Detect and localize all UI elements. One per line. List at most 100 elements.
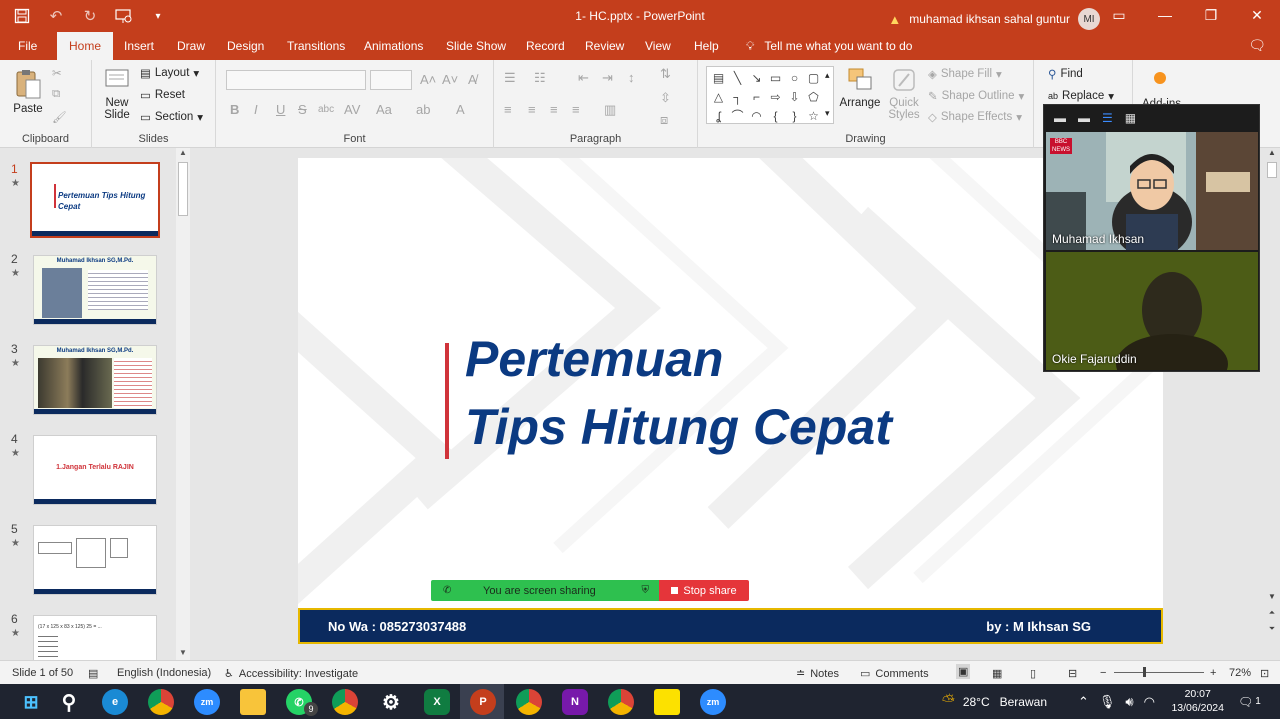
hide-video-icon[interactable]: ▬ bbox=[1078, 111, 1090, 125]
maximize-button[interactable]: ❐ bbox=[1188, 0, 1234, 30]
slide-thumbnail-3[interactable]: Muhamad Ikhsan SG,M.Pd. bbox=[33, 345, 157, 415]
rounded-rect-shape-icon[interactable]: ▢ bbox=[804, 68, 823, 87]
notes-button[interactable]: ≐ Notes bbox=[796, 667, 839, 681]
user-account[interactable]: ▲ muhamad ikhsan sahal guntur MI bbox=[888, 8, 1100, 30]
slide-counter[interactable]: Slide 1 of 50 bbox=[12, 667, 73, 679]
tab-design[interactable]: Design bbox=[227, 39, 264, 53]
minimize-button[interactable]: — bbox=[1142, 0, 1188, 30]
character-spacing-icon[interactable]: AV bbox=[344, 102, 360, 117]
close-button[interactable]: ✕ bbox=[1234, 0, 1280, 30]
stop-share-button[interactable]: Stop share bbox=[659, 580, 749, 601]
arrange-button[interactable]: Arrange bbox=[838, 66, 882, 109]
layout-button[interactable]: ▤ Layout ▾ bbox=[140, 66, 199, 80]
align-left-icon[interactable]: ≡ bbox=[504, 102, 512, 117]
windows-start-icon[interactable]: ⊞ bbox=[18, 689, 44, 715]
line-spacing-icon[interactable]: ↕ bbox=[628, 70, 635, 85]
right-brace-icon[interactable]: } bbox=[785, 106, 804, 125]
edge-icon[interactable]: e bbox=[102, 689, 128, 715]
highlight-icon[interactable]: ab bbox=[416, 102, 430, 117]
connector-icon[interactable]: ⌐ bbox=[747, 87, 766, 106]
chrome-profile-icon[interactable] bbox=[332, 689, 358, 715]
cut-icon[interactable]: ✂ bbox=[52, 66, 62, 80]
scroll-down-arrow-icon[interactable]: ▼ bbox=[1266, 592, 1278, 601]
tab-review[interactable]: Review bbox=[585, 39, 624, 53]
copy-icon[interactable]: ⧉ bbox=[52, 88, 60, 101]
comments-button[interactable]: ▭ Comments bbox=[860, 667, 929, 681]
textbox-shape-icon[interactable]: ▤ bbox=[709, 68, 728, 87]
shapes-gallery[interactable]: ▤ ╲ ↘ ▭ ○ ▢ △ ┐ ⌐ ⇨ ⇩ ⬠ ʆ ⌒ ◠ { } ☆ bbox=[706, 66, 834, 124]
comments-icon[interactable]: 🗨︎ bbox=[1248, 37, 1266, 54]
align-text-icon[interactable]: ⇳ bbox=[660, 90, 671, 106]
format-painter-icon[interactable]: 🖌︎ bbox=[52, 110, 67, 124]
slide-canvas[interactable]: Pertemuan Tips Hitung Cepat No Wa : 0852… bbox=[298, 158, 1163, 644]
reading-view-icon[interactable]: ▯ bbox=[1030, 667, 1036, 680]
zoom-slider[interactable] bbox=[1114, 672, 1204, 673]
tab-help[interactable]: Help bbox=[694, 39, 719, 53]
tab-animations[interactable]: Animations bbox=[364, 39, 423, 53]
wifi-icon[interactable]: ◠ bbox=[1144, 694, 1155, 710]
zoom-meeting-icon[interactable]: zm bbox=[700, 689, 726, 715]
star-shape-icon[interactable]: ☆ bbox=[804, 106, 823, 125]
excel-icon[interactable]: X bbox=[424, 689, 450, 715]
scroll-up-arrow-icon[interactable]: ▲ bbox=[176, 148, 190, 160]
chrome-profile-m-icon[interactable] bbox=[516, 689, 542, 715]
clock[interactable]: 20:07 13/06/2024 bbox=[1171, 687, 1224, 715]
shape-outline-button[interactable]: ✎ Shape Outline ▾ bbox=[928, 89, 1024, 103]
curve-icon[interactable]: ⌒ bbox=[728, 106, 747, 125]
volume-icon[interactable]: 🔊︎ bbox=[1125, 694, 1133, 710]
numbering-icon[interactable]: ☷ bbox=[534, 70, 546, 86]
shapes-more-icon[interactable]: ▾ bbox=[825, 108, 830, 119]
quick-styles-button[interactable]: Quick Styles bbox=[884, 66, 924, 121]
triangle-shape-icon[interactable]: △ bbox=[709, 87, 728, 106]
font-size-combo[interactable] bbox=[370, 70, 412, 90]
tab-file[interactable]: File bbox=[18, 39, 37, 53]
slide-sorter-icon[interactable]: ▦ bbox=[992, 667, 1002, 680]
footer-whatsapp[interactable]: No Wa : 085273037488 bbox=[328, 619, 466, 634]
change-case-icon[interactable]: Aa bbox=[376, 102, 392, 117]
clear-formatting-icon[interactable]: A̸ bbox=[468, 72, 477, 87]
tab-view[interactable]: View bbox=[645, 39, 671, 53]
italic-icon[interactable]: I bbox=[254, 102, 258, 117]
replace-button[interactable]: ab Replace ▾ bbox=[1048, 89, 1114, 103]
bold-icon[interactable]: B bbox=[230, 102, 239, 117]
text-shadow-icon[interactable]: abc bbox=[318, 104, 334, 115]
justify-icon[interactable]: ≡ bbox=[572, 102, 580, 117]
tell-me-search[interactable]: 💡︎ Tell me what you want to do bbox=[746, 39, 912, 54]
bullets-icon[interactable]: ☰ bbox=[504, 70, 516, 86]
slide-scrollbar[interactable]: ▲ ▼ ⏶ ⏷ bbox=[1264, 148, 1280, 660]
slide-title-line-1[interactable]: Pertemuan bbox=[465, 330, 723, 388]
increase-indent-icon[interactable]: ⇥ bbox=[602, 70, 613, 86]
align-right-icon[interactable]: ≡ bbox=[550, 102, 558, 117]
tab-draw[interactable]: Draw bbox=[177, 39, 205, 53]
right-arrow-shape-icon[interactable]: ⇨ bbox=[766, 87, 785, 106]
scroll-thumb[interactable] bbox=[178, 162, 188, 216]
zoom-slider-thumb[interactable] bbox=[1143, 667, 1146, 677]
arrow-shape-icon[interactable]: ↘ bbox=[747, 68, 766, 87]
shape-effects-button[interactable]: ◇ Shape Effects ▾ bbox=[928, 110, 1022, 124]
zoom-out-icon[interactable]: − bbox=[1100, 667, 1106, 679]
line-shape-icon[interactable]: ╲ bbox=[728, 68, 747, 87]
sticky-notes-icon[interactable] bbox=[654, 689, 680, 715]
elbow-connector-icon[interactable]: ┐ bbox=[728, 87, 747, 106]
decrease-indent-icon[interactable]: ⇤ bbox=[578, 70, 589, 86]
slideshow-view-icon[interactable]: ⊟ bbox=[1068, 667, 1077, 680]
search-icon[interactable]: ⚲ bbox=[56, 689, 82, 715]
rectangle-shape-icon[interactable]: ▭ bbox=[766, 68, 785, 87]
footer-author[interactable]: by : M Ikhsan SG bbox=[986, 619, 1091, 634]
participant-video-2[interactable]: Okie Fajaruddin bbox=[1046, 252, 1258, 370]
arc-icon[interactable]: ◠ bbox=[747, 106, 766, 125]
tab-insert[interactable]: Insert bbox=[124, 39, 154, 53]
down-arrow-shape-icon[interactable]: ⇩ bbox=[785, 87, 804, 106]
paste-button[interactable]: Paste bbox=[10, 68, 46, 115]
next-slide-icon[interactable]: ⏷ bbox=[1266, 624, 1278, 634]
scroll-down-arrow-icon[interactable]: ▼ bbox=[176, 648, 190, 660]
tab-home[interactable]: Home bbox=[57, 32, 114, 60]
participant-video-1[interactable]: BBC NEWS Muhamad Ikhsan bbox=[1046, 132, 1258, 250]
chrome-profile-i-icon[interactable] bbox=[608, 689, 634, 715]
scroll-up-arrow-icon[interactable]: ▲ bbox=[1266, 148, 1278, 157]
slide-thumbnail-2[interactable]: Muhamad Ikhsan SG,M.Pd. bbox=[33, 255, 157, 325]
slide-thumbnail-4[interactable]: 1.Jangan Terlalu RAJIN bbox=[33, 435, 157, 505]
font-family-combo[interactable] bbox=[226, 70, 366, 90]
sharing-status[interactable]: ✆ You are screen sharing ⛨ bbox=[431, 580, 659, 601]
spelling-icon[interactable]: ▤ bbox=[88, 667, 98, 680]
